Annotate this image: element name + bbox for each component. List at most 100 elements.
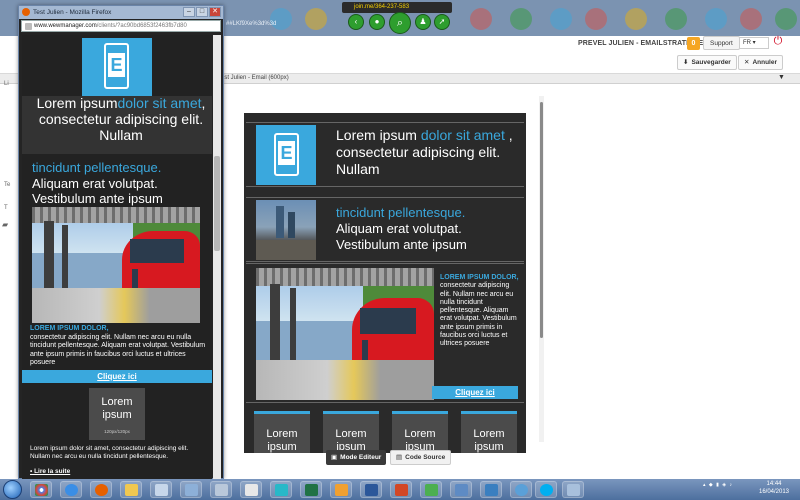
platform-area [32, 288, 200, 323]
column-card[interactable]: Lorem ipsum [392, 411, 448, 453]
email-preview[interactable]: E Lorem ipsumdolor sit amet, consectetur… [22, 35, 212, 479]
caption-body: consectetur adipiscing elit. Nullam nec … [440, 282, 517, 348]
support-button[interactable]: Support [703, 36, 740, 50]
text-image-block[interactable]: tincidunt pellentesque. Aliquam erat volu… [246, 197, 524, 262]
outlook-icon [335, 484, 348, 496]
taskbar-outlook[interactable] [330, 481, 352, 498]
caption-title: LOREM IPSUM DOLOR, [30, 325, 109, 332]
notification-badge[interactable]: 0 [687, 37, 700, 50]
language-select[interactable]: FR ▾ [739, 37, 769, 49]
taskbar-explorer[interactable] [120, 481, 142, 498]
taskbar-app[interactable] [562, 481, 584, 498]
caption-body: consectetur adipiscing elit. Nullam nec … [30, 333, 206, 367]
logo-tile: E [256, 125, 316, 185]
taskbar-powerpoint[interactable] [390, 481, 412, 498]
url-host: www.wewmanager.com [34, 23, 97, 29]
back-tool-icon[interactable]: ‹ [348, 14, 364, 30]
four-column-block[interactable]: Lorem ipsum Lorem ipsum Lorem ipsum Lore… [246, 411, 524, 453]
station-pillar [62, 225, 68, 297]
zoom-tool-icon[interactable]: ⌕ [389, 12, 411, 34]
clock-date: 16/04/2013 [758, 489, 790, 495]
photo-caption: LOREM IPSUM DOLOR, consectetur adipiscing… [30, 325, 210, 368]
taskbar-app[interactable] [450, 481, 472, 498]
email-editor-canvas[interactable]: E Lorem ipsum dolor sit amet , consectet… [244, 113, 526, 453]
taskbar-skype[interactable] [535, 481, 557, 498]
powerpoint-icon [395, 484, 408, 496]
code-icon: ▤ [396, 454, 403, 461]
start-button[interactable] [3, 480, 22, 499]
app-icon [567, 484, 580, 496]
firefox-icon [22, 8, 30, 16]
preview-scrollbar[interactable] [213, 35, 221, 479]
ie-icon [65, 484, 78, 496]
ghost-app-icon [305, 8, 327, 30]
chrome-icon [35, 484, 48, 496]
system-clock[interactable]: 14:44 16/04/2013 [752, 480, 796, 496]
windows-taskbar: ▴ ◆ ▮ ◈ ♪ 14:44 16/04/2013 [0, 479, 800, 500]
preview-scroll-thumb[interactable] [214, 156, 220, 251]
pointer-tool-icon[interactable]: ➚ [434, 14, 450, 30]
minimize-icon[interactable]: – [183, 7, 195, 17]
taskbar-app[interactable] [150, 481, 172, 498]
taskbar-ie[interactable] [60, 481, 82, 498]
column-card[interactable]: Lorem ipsum [461, 411, 517, 453]
taskbar-app[interactable] [480, 481, 502, 498]
save-button[interactable]: ⬇ Sauvegarder [677, 55, 737, 70]
cta-link[interactable]: Cliquez ici [22, 370, 212, 383]
taskbar-firefox[interactable] [90, 481, 112, 498]
taskbar-app[interactable] [210, 481, 232, 498]
taskbar-app[interactable] [420, 481, 442, 498]
cancel-button[interactable]: ✕ Annuler [738, 55, 784, 70]
photo-text-block[interactable]: LOREM IPSUM DOLOR, consectetur adipiscing… [246, 263, 524, 403]
column-card[interactable]: Lorem ipsum [254, 411, 310, 453]
taskbar-excel[interactable] [300, 481, 322, 498]
tram-window [130, 239, 184, 263]
station-roof [32, 207, 200, 224]
card-title: Lorem ipsum [101, 396, 133, 421]
app-icon [455, 484, 468, 496]
chat-tool-icon[interactable]: ● [369, 14, 385, 30]
ghost-app-icon [470, 8, 492, 30]
taskbar-app[interactable] [240, 481, 262, 498]
phone-icon: E [104, 43, 129, 89]
column-card[interactable]: Lorem ipsum 120px/120px [89, 388, 145, 440]
window-icon [185, 484, 198, 496]
city-thumbnail [256, 200, 316, 260]
station-roof [256, 268, 434, 287]
window-titlebar[interactable]: Test Julien - Mozilla Firefox – □ ✕ [19, 6, 223, 19]
cta-link[interactable]: Cliquez ici [432, 386, 518, 399]
mode-editor-label: Mode Editeur [340, 454, 382, 461]
mode-editor-tab[interactable]: ▣ Mode Editeur [326, 450, 387, 465]
taskbar-app[interactable] [510, 481, 532, 498]
maximize-icon[interactable]: □ [196, 7, 208, 17]
collapse-arrow-icon[interactable]: ▼ [778, 74, 785, 81]
code-source-tab[interactable]: ▤ Code Source [390, 450, 452, 465]
hero-text: Lorem ipsum dolor sit amet , consectetur… [336, 127, 520, 178]
phone-icon: E [274, 133, 299, 176]
hero-block[interactable]: E Lorem ipsum dolor sit amet , consectet… [246, 122, 524, 187]
editor-icon: ▣ [331, 454, 338, 461]
people-tool-icon[interactable]: ♟ [415, 14, 431, 30]
ghost-app-icon [740, 8, 762, 30]
tram-photo [32, 207, 200, 323]
close-window-icon[interactable]: ✕ [209, 7, 221, 17]
station-pillar [290, 288, 296, 368]
system-tray[interactable]: ▴ ◆ ▮ ◈ ♪ [703, 482, 733, 488]
url-bar[interactable]: www.wewmanager.com/clients/?ac90bd6853f2… [21, 20, 221, 32]
folder-icon: ▰ [2, 220, 9, 229]
app-icon [515, 484, 528, 496]
site-icon [25, 23, 32, 30]
preview-window[interactable]: Test Julien - Mozilla Firefox – □ ✕ www.… [18, 5, 224, 479]
taskbar-app[interactable] [180, 481, 202, 498]
taskbar-chrome[interactable] [30, 481, 52, 498]
canvas-scroll-thumb[interactable] [540, 102, 543, 338]
taskbar-word[interactable] [360, 481, 382, 498]
column-card[interactable]: Lorem ipsum [323, 411, 379, 453]
window-icon [155, 484, 168, 496]
power-icon[interactable]: ⏻ [772, 35, 784, 47]
read-more-link[interactable]: • Lire la suite [30, 468, 70, 475]
taskbar-app[interactable] [270, 481, 292, 498]
url-fragment: ##LKf9Xe%3d%3d [226, 21, 277, 27]
email-tab-title[interactable]: Test Julien - Email (600px) [218, 75, 289, 81]
save-label: Sauvegarder [691, 58, 731, 66]
